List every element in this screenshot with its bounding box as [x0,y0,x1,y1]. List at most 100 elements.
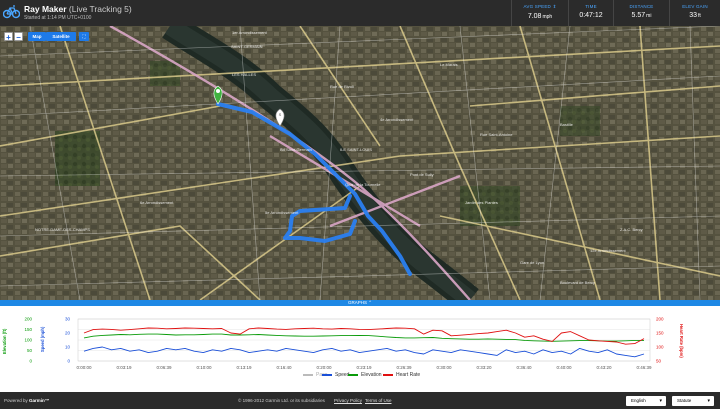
speed-tick-label: 30 [65,317,71,322]
x-tick-label: 0:13:19 [236,365,252,370]
session-subtitle: (Live Tracking 5) [68,4,132,14]
map-label: 1er Arrondissement [232,30,268,35]
satellite-view-tab[interactable]: Satellite [46,32,76,41]
bicycle-icon [3,5,20,19]
chevron-down-icon: ▾ [707,398,710,404]
map-label: LES HALLES [232,72,256,77]
dropdown-arrow-icon: ⇕ [552,4,557,9]
speed-axis-title: Speed (mph) [40,326,45,352]
powered-by: Powered by Garmin™ [4,398,49,403]
map-label: 5e Arrondissement [265,210,299,215]
units-value: Statute [677,398,692,403]
map-label: Jardin des Plantes [465,200,498,205]
map-label: Quai de la Tournelle [345,182,381,187]
stat-time: TIME 0:47:12 [568,0,613,26]
map-label: SAINT-GERMAIN [231,44,263,49]
speed-tick-label: 20 [65,331,71,336]
x-tick-label: 0:40:00 [556,365,572,370]
legend-label: Heart Rate [396,372,421,378]
x-tick-label: 0:36:40 [516,365,532,370]
athlete-title: Ray Maker (Live Tracking 5) [24,4,132,14]
language-select[interactable]: English ▾ [626,396,666,406]
x-tick-label: 0:43:20 [596,365,612,370]
fullscreen-icon[interactable]: ⛶ [79,32,89,41]
x-tick-label: 0:06:39 [156,365,172,370]
x-tick-label: 0:10:00 [196,365,212,370]
legend-elevation[interactable]: Elevation [348,372,382,378]
satellite-map[interactable]: S 1er Arrondissement SAINT-GERMAIN LES H… [0,26,720,300]
stat-value: 0:47:12 [579,12,603,19]
copyright: © 1996-2012 Garmin Ltd. or its subsidiar… [238,398,325,403]
series-line-heart-rate [83,327,645,345]
units-select[interactable]: Statute ▾ [672,396,714,406]
elevation-tick-label: 50 [27,348,33,353]
zoom-in-button[interactable]: + [4,32,13,42]
speed-tick-label: 10 [65,345,71,350]
stat-avg-speed[interactable]: AVG SPEED ⇕ 7.08mph [511,0,568,26]
hr-tick-label: 200 [656,317,664,322]
elevation-tick-label: 150 [24,327,32,332]
map-label: Boulevard de Bercy [560,280,595,285]
privacy-policy-link[interactable]: Privacy Policy [334,398,362,403]
svg-text:S: S [279,112,282,117]
zoom-out-button[interactable]: − [14,32,23,42]
elevation-axis-title: Elevation (ft) [2,328,7,354]
map-label: Rue de Rivoli [330,84,354,89]
terms-of-use-link[interactable]: Terms of Use [365,398,392,403]
map-label: Le Marais [440,62,458,67]
elevation-tick-label: 200 [24,317,32,322]
stat-label: TIME [585,4,597,9]
stat-elev-gain: ELEV GAIN 33ft [669,0,720,26]
map-label: Rue Saint-Antoine [480,132,513,137]
map-label: 6e Arrondissement [140,200,174,205]
x-tick-label: 0:00:00 [76,365,92,370]
legend-speed[interactable]: Speed [322,372,349,378]
header-bar: Ray Maker (Live Tracking 5) Started at 1… [0,0,720,26]
map-label: Bd Saint-Germain [280,147,312,152]
stat-label: AVG SPEED [523,4,552,9]
stat-value: 33 [689,12,697,19]
x-tick-label: 0:33:20 [476,365,492,370]
athlete-name: Ray Maker [24,4,67,14]
map-label: Z.A.C. Bercy [620,227,643,232]
map-view-tab[interactable]: Map [28,32,46,41]
map-canvas[interactable]: S 1er Arrondissement SAINT-GERMAIN LES H… [0,26,720,300]
x-tick-label: 0:03:19 [116,365,132,370]
start-time: Started at 1:14 PM UTC+0100 [24,15,92,21]
series-line-speed [83,346,645,358]
x-tick-label: 0:30:00 [436,365,452,370]
legend-heart-rate[interactable]: Heart Rate [383,372,420,378]
garmin-logo: Garmin™ [29,398,50,403]
hr-tick-label: 150 [656,331,664,336]
powered-text: Powered by [4,398,28,403]
map-label: 12e Arrondissement [590,248,626,253]
map-label: Pont de Sully [410,172,434,177]
stat-value: 7.08 [527,13,542,20]
language-value: English [631,398,646,403]
elevation-tick-label: 0 [29,359,32,364]
map-label: 4e Arrondissement [380,117,414,122]
x-tick-label: 0:26:39 [396,365,412,370]
stat-unit: mph [542,14,553,20]
stat-unit: ft [698,13,701,19]
stat-value: 5.57 [631,12,646,19]
speed-tick-label: 0 [67,359,70,364]
hr-tick-label: 50 [656,359,662,364]
map-label: Gare de Lyon [520,260,544,265]
stat-unit: mi [646,13,652,19]
footer-bar: Powered by Garmin™ © 1996-2012 Garmin Lt… [0,392,720,409]
stat-label: DISTANCE [629,4,654,9]
x-tick-label: 0:46:39 [636,365,652,370]
hr-tick-label: 100 [656,345,664,350]
map-label: NOTRE-DAME-DES-CHAMPS [35,227,90,232]
chevron-down-icon: ▾ [659,398,662,404]
x-tick-label: 0:20:00 [316,365,332,370]
legend-label: Elevation [361,372,382,378]
stat-label: ELEV GAIN [682,4,708,9]
map-label: Bastille [560,122,574,127]
x-tick-label: 0:16:40 [276,365,292,370]
chart-legend: Pace Speed Elevation Heart Rate [0,372,720,380]
x-tick-label: 0:23:19 [356,365,372,370]
hr-axis-title: Heart Rate (bpm) [679,324,684,358]
map-label: ILE SAINT-LOUIS [340,147,372,152]
